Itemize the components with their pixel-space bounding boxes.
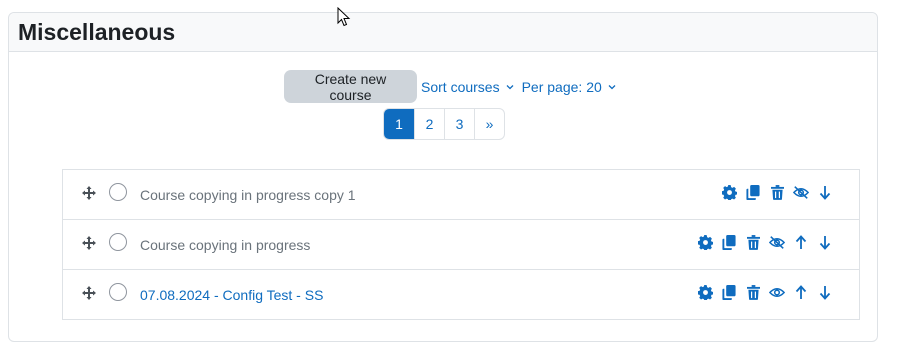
move-icon[interactable] (82, 236, 96, 250)
course-toolbar: Create new course Sort courses Per page:… (284, 70, 616, 103)
move-icon[interactable] (82, 286, 96, 300)
course-select-checkbox[interactable] (109, 283, 127, 301)
page-link-2[interactable]: 2 (414, 109, 444, 139)
course-name-link[interactable]: Course copying in progress (140, 237, 310, 253)
category-title: Miscellaneous (18, 18, 176, 45)
per-page-label: Per page: 20 (521, 78, 602, 95)
pagination: 1 2 3 » (383, 108, 505, 140)
trash-icon[interactable] (769, 184, 785, 200)
sort-courses-label: Sort courses (421, 78, 500, 95)
arrow-down-icon[interactable] (817, 184, 833, 200)
course-select-checkbox[interactable] (109, 233, 127, 251)
course-row: 07.08.2024 - Config Test - SS (63, 270, 859, 320)
sort-courses-dropdown[interactable]: Sort courses (421, 79, 514, 95)
page-link-1[interactable]: 1 (384, 109, 414, 139)
create-course-button[interactable]: Create new course (284, 70, 417, 103)
trash-icon[interactable] (745, 234, 761, 250)
trash-icon[interactable] (745, 284, 761, 300)
gear-icon[interactable] (697, 284, 713, 300)
per-page-dropdown[interactable]: Per page: 20 (522, 79, 616, 95)
page-next-link[interactable]: » (474, 109, 504, 139)
copy-icon[interactable] (721, 284, 737, 300)
arrow-down-icon[interactable] (817, 234, 833, 250)
gear-icon[interactable] (697, 234, 713, 250)
chevron-down-icon (608, 84, 616, 89)
eye-slash-icon[interactable] (793, 184, 809, 200)
copy-icon[interactable] (745, 184, 761, 200)
move-icon[interactable] (82, 186, 96, 200)
course-row: Course copying in progress copy 1 (63, 170, 859, 220)
arrow-up-icon[interactable] (793, 284, 809, 300)
course-select-checkbox[interactable] (109, 183, 127, 201)
copy-icon[interactable] (721, 234, 737, 250)
mouse-pointer-icon (337, 7, 351, 27)
gear-icon[interactable] (721, 184, 737, 200)
course-name-link[interactable]: Course copying in progress copy 1 (140, 187, 356, 203)
arrow-up-icon[interactable] (793, 234, 809, 250)
arrow-down-icon[interactable] (817, 284, 833, 300)
page-link-3[interactable]: 3 (444, 109, 474, 139)
eye-slash-icon[interactable] (769, 234, 785, 250)
course-actions (689, 284, 833, 300)
chevron-down-icon (506, 84, 514, 89)
course-list: Course copying in progress copy 1 Course… (62, 169, 860, 320)
eye-icon[interactable] (769, 284, 785, 300)
panel-header: Miscellaneous (9, 13, 877, 52)
course-row: Course copying in progress (63, 220, 859, 270)
course-name-link[interactable]: 07.08.2024 - Config Test - SS (140, 287, 323, 303)
course-actions (713, 184, 833, 200)
course-actions (689, 234, 833, 250)
